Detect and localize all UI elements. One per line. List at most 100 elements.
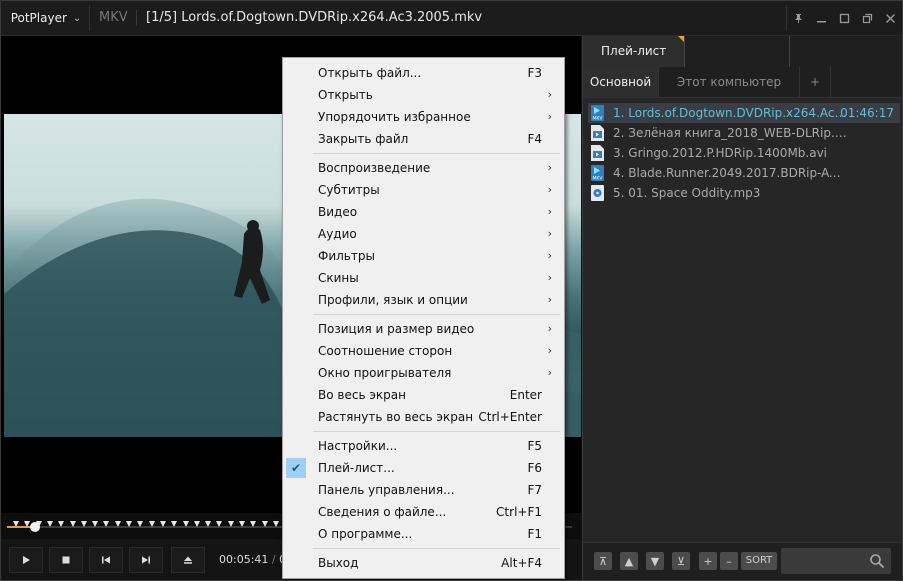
submenu-arrow-icon: ›: [547, 183, 552, 196]
move-up-button[interactable]: ▲: [620, 552, 638, 570]
menu-item-label: Видео: [318, 205, 358, 219]
next-button[interactable]: [129, 547, 163, 573]
playlist-item-name: 4. Blade.Runner.2049.2017.BDRip-AVC.RUS.…: [613, 166, 848, 180]
chapter-mark[interactable]: [103, 521, 110, 527]
stop-icon: [62, 556, 70, 564]
chapter-mark[interactable]: [182, 521, 189, 527]
menu-item-label: Открыть: [318, 88, 373, 102]
seek-handle[interactable]: [30, 522, 40, 532]
chapter-mark[interactable]: [272, 521, 279, 527]
playlist-item[interactable]: MKV 1. Lords.of.Dogtown.DVDRip.x264.Ac3.2…: [588, 103, 900, 123]
pin-button[interactable]: [787, 5, 810, 31]
chapter-mark[interactable]: [69, 521, 76, 527]
minimize-button[interactable]: [810, 5, 833, 31]
chapter-mark[interactable]: [239, 521, 245, 527]
stop-button[interactable]: [49, 547, 83, 573]
maximize-button[interactable]: [833, 5, 856, 31]
play-button[interactable]: [9, 547, 43, 573]
chapter-mark[interactable]: [250, 521, 257, 527]
app-menu-button[interactable]: PotPlayer ⌄: [3, 5, 90, 31]
menu-item-label: Окно проигрывателя: [318, 366, 452, 380]
restore-button[interactable]: [856, 5, 879, 31]
move-bottom-button[interactable]: ⊻: [672, 552, 690, 570]
menu-item[interactable]: Субтитры ›: [283, 179, 564, 201]
menu-item[interactable]: Во весь экран Enter: [283, 384, 564, 406]
remove-button[interactable]: –: [720, 552, 738, 570]
chapter-mark[interactable]: [137, 521, 144, 527]
menu-item[interactable]: Настройки... F5: [283, 435, 564, 457]
chapter-mark[interactable]: [148, 521, 155, 527]
move-bottom-icon: ⊻: [676, 554, 686, 568]
menu-item[interactable]: Скины ›: [283, 267, 564, 289]
chapter-mark[interactable]: [13, 521, 19, 527]
menu-item-label: Настройки...: [318, 439, 398, 453]
tab-playlist[interactable]: Плей-лист: [583, 36, 686, 67]
menu-item[interactable]: Упорядочить избранное ›: [283, 106, 564, 128]
chevron-down-icon: ⌄: [72, 12, 82, 24]
menu-item[interactable]: Сведения о файле... Ctrl+F1: [283, 501, 564, 523]
subtab-this-computer[interactable]: Этот компьютер: [659, 67, 800, 97]
tab-playlist-label: Плей-лист: [601, 44, 667, 58]
menu-item[interactable]: Воспроизведение ›: [283, 157, 564, 179]
playlist-item[interactable]: 5. 01. Space Oddity.mp3: [588, 183, 900, 203]
chapter-mark[interactable]: [227, 521, 234, 527]
close-button[interactable]: [879, 5, 902, 31]
chapter-mark[interactable]: [159, 521, 166, 527]
playlist-search-input[interactable]: [781, 548, 891, 574]
menu-item-label: Соотношение сторон: [318, 344, 453, 358]
format-label: MKV: [99, 10, 128, 25]
panel-tabs: Плей-лист: [583, 36, 902, 67]
playlist-item-name: 5. 01. Space Oddity.mp3: [613, 186, 761, 200]
menu-item[interactable]: Окно проигрывателя ›: [283, 362, 564, 384]
playlist-item[interactable]: 3. Gringo.2012.P.HDRip.1400Mb.avi: [588, 143, 900, 163]
add-button[interactable]: +: [699, 552, 717, 570]
menu-item-label: Плей-лист...: [318, 461, 395, 475]
menu-item-label: Скины: [318, 271, 359, 285]
chapter-mark[interactable]: [80, 521, 87, 527]
menu-item-label: Фильтры: [318, 249, 375, 263]
menu-item[interactable]: Растянуть во весь экран Ctrl+Enter: [283, 406, 564, 428]
menu-item[interactable]: Аудио ›: [283, 223, 564, 245]
menu-item-shortcut: F7: [527, 483, 542, 497]
submenu-arrow-icon: ›: [547, 271, 552, 284]
menu-item[interactable]: Открыть ›: [283, 84, 564, 106]
add-playlist-button[interactable]: +: [800, 67, 831, 97]
move-down-button[interactable]: ▼: [646, 552, 664, 570]
subtab-main[interactable]: Основной: [583, 67, 659, 97]
menu-item[interactable]: Фильтры ›: [283, 245, 564, 267]
chapter-mark[interactable]: [92, 521, 99, 527]
minimize-icon: [817, 20, 826, 22]
chapter-mark[interactable]: [58, 521, 65, 527]
chapter-mark[interactable]: [46, 521, 53, 527]
menu-item-label: Панель управления...: [318, 483, 455, 497]
playlist-item-duration: 01:46:17: [840, 106, 894, 120]
sort-button[interactable]: SORT: [741, 552, 777, 570]
submenu-arrow-icon: ›: [547, 344, 552, 357]
menu-item[interactable]: Закрыть файл F4: [283, 128, 564, 150]
menu-item[interactable]: Выход Alt+F4: [283, 552, 564, 574]
chapter-mark[interactable]: [205, 521, 212, 527]
playlist-item[interactable]: 2. Зелёная книга_2018_WEB-DLRip.avi: [588, 123, 900, 143]
chapter-mark[interactable]: [216, 521, 223, 527]
chapter-mark[interactable]: [114, 521, 121, 527]
chapter-mark[interactable]: [126, 521, 132, 527]
menu-item[interactable]: Соотношение сторон ›: [283, 340, 564, 362]
menu-item[interactable]: Профили, язык и опции ›: [283, 289, 564, 311]
chapter-mark[interactable]: [193, 521, 200, 527]
playlist-subtabs: Основной Этот компьютер +: [583, 67, 902, 98]
previous-button[interactable]: [89, 547, 123, 573]
menu-item-label: Позиция и размер видео: [318, 322, 475, 336]
menu-item[interactable]: Открыть файл... F3: [283, 62, 564, 84]
chapter-mark[interactable]: [171, 521, 178, 527]
menu-item[interactable]: Видео ›: [283, 201, 564, 223]
menu-item[interactable]: ✔ Плей-лист... F6: [283, 457, 564, 479]
chapter-mark[interactable]: [261, 521, 268, 527]
menu-item[interactable]: Позиция и размер видео ›: [283, 318, 564, 340]
move-top-button[interactable]: ⊼: [594, 552, 612, 570]
menu-item[interactable]: О программе... F1: [283, 523, 564, 545]
menu-item[interactable]: Панель управления... F7: [283, 479, 564, 501]
eject-button[interactable]: [171, 547, 205, 573]
menu-item-shortcut: Enter: [509, 388, 542, 402]
playlist-item[interactable]: MKV 4. Blade.Runner.2049.2017.BDRip-AVC.R…: [588, 163, 900, 183]
move-top-icon: ⊼: [598, 554, 608, 568]
